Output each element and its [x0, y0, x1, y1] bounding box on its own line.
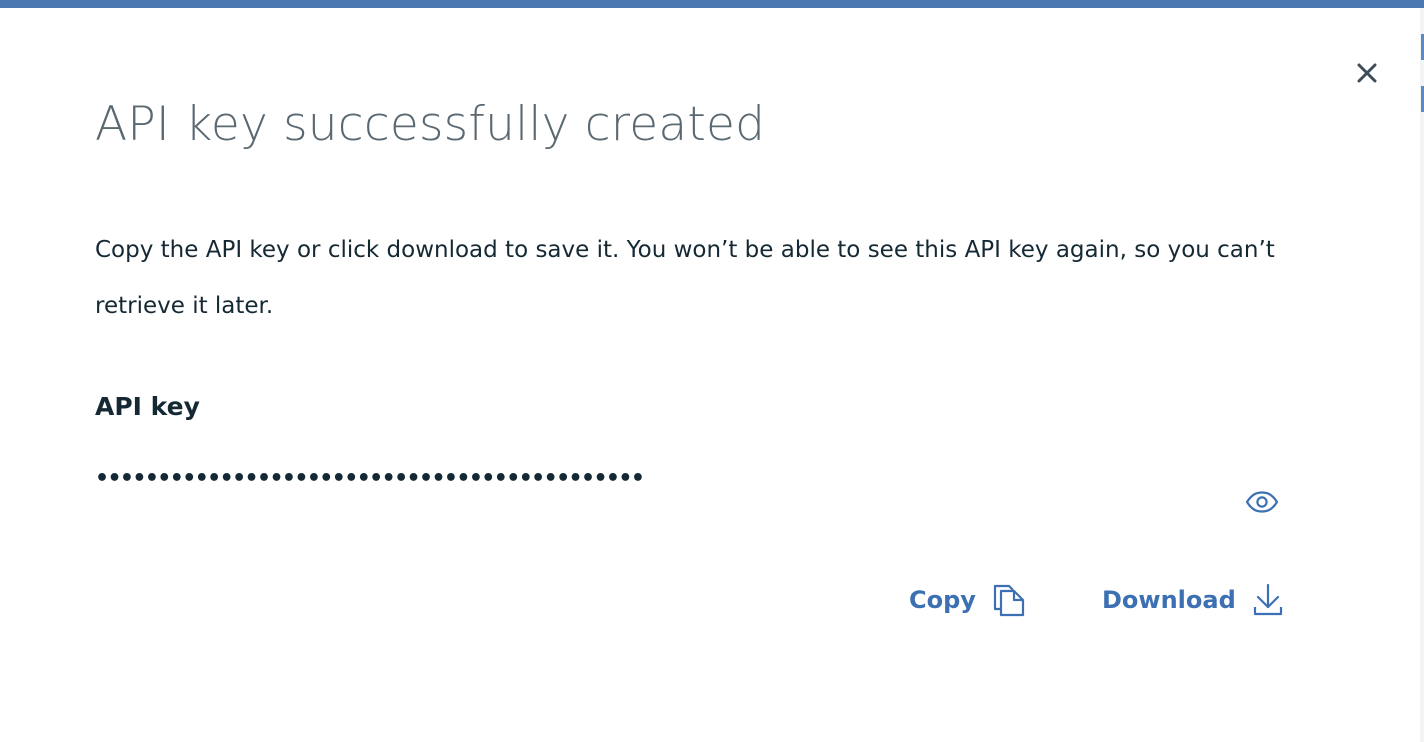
download-button[interactable]: Download: [1102, 578, 1284, 622]
close-button[interactable]: [1352, 58, 1382, 88]
modal-title: API key successfully created: [95, 97, 766, 152]
show-key-toggle[interactable]: [1244, 484, 1280, 520]
download-label: Download: [1102, 586, 1236, 614]
background-scrollbar: [1420, 8, 1424, 742]
eye-icon: [1245, 491, 1279, 513]
api-key-masked-value[interactable]: ••••••••••••••••••••••••••••••••••••••••…: [95, 466, 645, 491]
download-icon: [1253, 583, 1282, 616]
close-icon: [1357, 63, 1377, 83]
copy-icon: [993, 584, 1025, 617]
api-key-label: API key: [95, 392, 200, 421]
copy-button[interactable]: Copy: [909, 578, 1026, 622]
copy-label: Copy: [909, 586, 976, 614]
modal-description: Copy the API key or click download to sa…: [95, 237, 1275, 319]
top-accent-bar: [0, 0, 1424, 8]
